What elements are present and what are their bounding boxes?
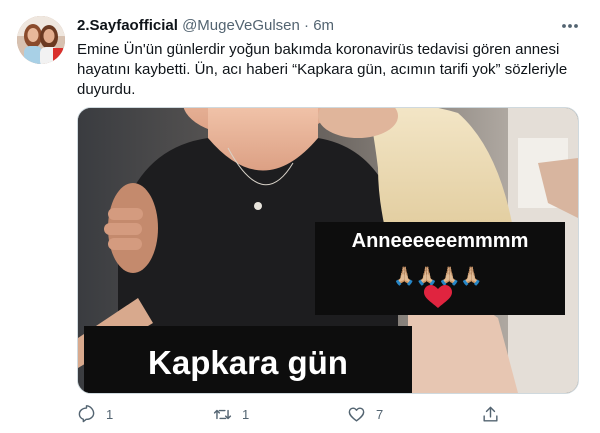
reply-button[interactable]: 1 <box>77 402 113 426</box>
media-photo: Anneeeeeemmmm 🙏🏼🙏🏼🙏🏼🙏🏼 Kapkara gün <box>78 108 578 393</box>
tweet-text: Emine Ün'ün günlerdir yoğun bakımda koro… <box>77 41 568 98</box>
heart-icon <box>348 406 365 422</box>
separator-dot: · <box>304 17 310 34</box>
more-icon <box>562 24 578 28</box>
tweet-card[interactable]: 2.Sayfaofficial @MugeVeGulsen · 6m Emine… <box>0 0 600 433</box>
avatar-image <box>17 16 65 64</box>
more-options-button[interactable] <box>558 16 582 36</box>
reply-icon <box>78 404 95 422</box>
retweet-icon <box>213 409 232 419</box>
tweet-header: 2.Sayfaofficial @MugeVeGulsen · 6m <box>77 16 334 36</box>
avatar[interactable] <box>17 16 65 64</box>
praying-hands-emoji: 🙏🏼🙏🏼🙏🏼🙏🏼 <box>393 266 483 287</box>
bottom-caption-text: Kapkara gün <box>148 344 348 381</box>
retweet-count: 1 <box>242 406 250 422</box>
share-button[interactable] <box>481 402 500 426</box>
tweet-timestamp[interactable]: 6m <box>313 17 334 34</box>
like-count: 7 <box>376 406 384 422</box>
user-handle[interactable]: @MugeVeGulsen <box>182 17 300 34</box>
like-button[interactable]: 7 <box>347 402 383 426</box>
story-caption-text: Anneeeeeemmmm <box>352 230 529 252</box>
tweet-media[interactable]: Anneeeeeemmmm 🙏🏼🙏🏼🙏🏼🙏🏼 Kapkara gün <box>77 107 579 394</box>
display-name[interactable]: 2.Sayfaofficial <box>77 17 178 34</box>
retweet-button[interactable]: 1 <box>213 402 249 426</box>
reply-count: 1 <box>106 406 114 422</box>
share-icon <box>483 406 498 422</box>
